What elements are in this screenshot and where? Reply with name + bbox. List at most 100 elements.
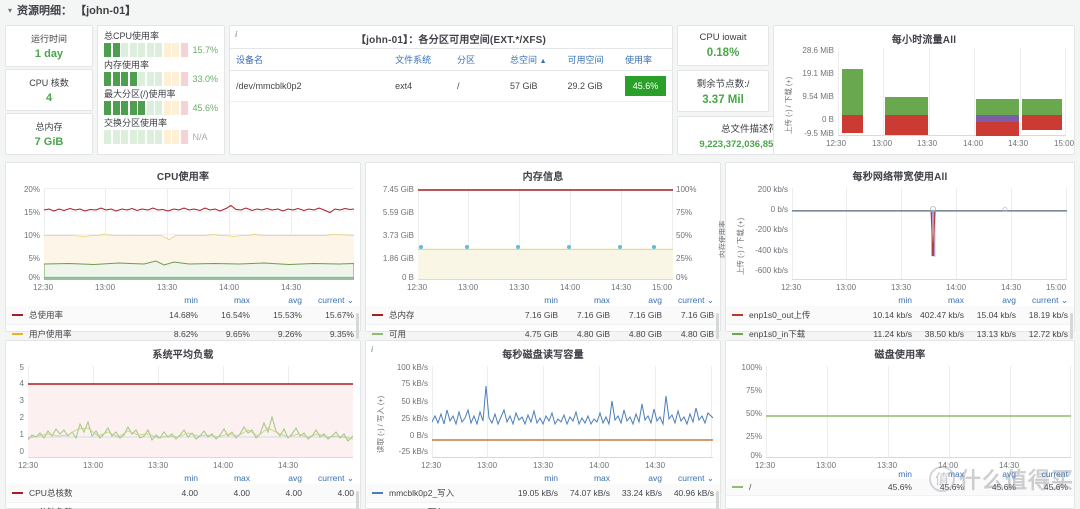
chevron-down-icon[interactable]: ▾ (8, 6, 12, 15)
legend: min max avg current ⌄ enp1s0_out上传 10.14… (726, 295, 1074, 344)
y-tick: 100% (741, 363, 762, 372)
legend-header[interactable]: min max avg current (726, 469, 1074, 479)
legend-col-avg[interactable]: avg (964, 469, 1016, 479)
legend-scrollbar[interactable] (356, 313, 359, 339)
gauge-value: 15.7% (192, 45, 219, 55)
y-tick: 28.6 MiB (802, 46, 834, 55)
legend-col-min[interactable]: min (146, 295, 198, 306)
series-max: 9.65% (225, 329, 250, 339)
col-mount[interactable]: 分区 (451, 48, 505, 71)
legend-row[interactable]: mmcblk0_写入 19.05 kB/s 74.07 kB/s 33.24 k… (366, 503, 720, 509)
network-bandwidth-panel[interactable]: 每秒网络带宽使用All 上传 (-) / 下载 (+) 200 kb/s 0 b… (725, 162, 1075, 344)
legend-col-min[interactable]: min (506, 295, 558, 306)
hourly-traffic-panel[interactable]: 每小时流量All 上传 (-) / 下载 (+) 28.6 MiB 19.1 M… (773, 25, 1075, 155)
legend-header[interactable]: min max avg current ⌄ (366, 473, 720, 484)
legend-col-max[interactable]: max (198, 295, 250, 306)
legend-col-avg[interactable]: avg (610, 295, 662, 306)
stat-card-cpu-cores[interactable]: CPU 核数 4 (5, 69, 93, 111)
legend-scrollbar[interactable] (1070, 313, 1073, 339)
memory-info-panel[interactable]: 内存信息 7.45 GiB 5.59 GiB 3.73 GiB 1.86 GiB… (365, 162, 727, 344)
x-tick: 12:30 (18, 461, 39, 470)
x-tick: 13:30 (509, 283, 530, 292)
legend-col-current[interactable]: current ⌄ (302, 295, 354, 306)
disk-io-panel[interactable]: i 每秒磁盘读写容量 读取 (-) / 写入 (+) 100 kB/s 75 k… (365, 340, 721, 509)
legend-col-avg[interactable]: avg (610, 473, 662, 484)
legend-col-max[interactable]: max (558, 295, 610, 306)
legend-col-avg[interactable]: avg (250, 473, 302, 484)
plot-area (792, 188, 1067, 280)
table-row[interactable]: /dev/mmcblk0p2 ext4 / 57 GiB 29.2 GiB 45… (230, 70, 672, 102)
series-min: 14.68% (169, 310, 198, 320)
legend-header[interactable]: min max avg current ⌄ (6, 295, 360, 306)
legend: min max avg current ⌄ CPU总核数 4.00 4.00 4… (6, 473, 360, 509)
col-usage[interactable]: 使用率 (618, 48, 672, 71)
panel-value: 0.18% (706, 47, 740, 59)
legend-col-min[interactable]: min (860, 469, 912, 479)
series-name: 可用 (389, 329, 407, 339)
legend-col-current[interactable]: current ⌄ (302, 473, 354, 484)
col-available[interactable]: 可用空间 (561, 48, 619, 71)
legend-scrollbar[interactable] (356, 491, 359, 509)
legend-col-max[interactable]: max (558, 473, 610, 484)
load-average-panel[interactable]: 系统平均负载 5 4 3 2 1 0 12:30 13:00 13:30 14:… (5, 340, 361, 509)
legend-header[interactable]: min max avg current ⌄ (726, 295, 1074, 306)
col-filesystem[interactable]: 文件系统 (389, 48, 451, 71)
panel-title: 系统平均负载 (152, 350, 214, 361)
disk-io-series (432, 385, 713, 441)
x-tick: 14:30 (281, 283, 302, 292)
stat-card-total-memory[interactable]: 总内存 7 GiB (5, 113, 93, 155)
y-tick: 0 B/s (409, 431, 428, 440)
cell-usage: 45.6% (618, 70, 672, 102)
legend-col-current[interactable]: current ⌄ (662, 295, 714, 306)
gauge-bars-largest-partition (104, 101, 188, 115)
gauge-panel[interactable]: 总CPU使用率 15.7% 内存使用率 33.0% 最大分区(/)使用率 45.… (97, 25, 225, 155)
row-header[interactable]: ▾ 资源明细： 【john-01】 (0, 0, 1080, 20)
cpu-iowait-panel[interactable]: CPU iowait 0.18% (677, 25, 769, 66)
y-tick: 7.45 GiB (382, 185, 414, 194)
legend-col-max[interactable]: max (198, 473, 250, 484)
legend-header[interactable]: min max avg current ⌄ (366, 295, 720, 306)
cell-total: 57 GiB (504, 70, 562, 102)
col-device[interactable]: 设备名 (230, 48, 390, 71)
info-icon[interactable]: i (235, 30, 237, 39)
legend-col-min[interactable]: min (146, 473, 198, 484)
legend-col-avg[interactable]: avg (250, 295, 302, 306)
legend-row[interactable]: 总使用率 14.68% 16.54% 15.53% 15.67% (6, 306, 360, 325)
series-name: enp1s0_in下载 (749, 329, 806, 339)
stat-card-uptime[interactable]: 运行时间 1 day (5, 25, 93, 67)
legend-col-min[interactable]: min (860, 295, 912, 306)
y-tick: 3 (19, 396, 24, 405)
col-total[interactable]: 总空间 ▲ (504, 48, 562, 71)
legend-col-current[interactable]: current (1016, 469, 1068, 479)
legend-row[interactable]: CPU总核数 4.00 4.00 4.00 4.00 (6, 484, 360, 503)
legend-col-max[interactable]: max (912, 295, 964, 306)
gauge-value: N/A (192, 132, 208, 142)
legend-row[interactable]: mmcblk0p2_写入 19.05 kB/s 74.07 kB/s 33.24… (366, 484, 720, 503)
legend-row[interactable]: enp1s0_out上传 10.14 kb/s 402.47 kb/s 15.0… (726, 306, 1074, 325)
cpu-usage-panel[interactable]: CPU使用率 20% 15% 10% 5% 0% 12:30 13:00 13:… (5, 162, 361, 344)
cpu-usage-series (44, 204, 354, 280)
legend-col-current[interactable]: current ⌄ (1016, 295, 1068, 306)
series-color-swatch (732, 333, 743, 335)
legend-col-current[interactable]: current ⌄ (662, 473, 714, 484)
legend-row[interactable]: / 45.6% 45.6% 45.6% 45.6% (726, 479, 1074, 496)
legend-col-min[interactable]: min (506, 473, 558, 484)
series-current: 12.72 kb/s (1028, 329, 1068, 339)
legend-scrollbar[interactable] (716, 491, 719, 509)
legend-col-max[interactable]: max (912, 469, 964, 479)
series-color-swatch (12, 492, 23, 494)
free-inodes-panel[interactable]: 剩余节点数:/ 3.37 Mil (677, 70, 769, 112)
bar-download (976, 99, 1019, 115)
bar-upload (842, 115, 863, 133)
legend-col-avg[interactable]: avg (964, 295, 1016, 306)
stat-label: 运行时间 (30, 34, 67, 44)
info-icon[interactable]: i (371, 345, 373, 354)
legend-row[interactable]: 15分钟负载 1.04 1.34 1.18 1.05 (6, 503, 360, 509)
disk-free-table-panel[interactable]: i 【john-01】：各分区可用空间(EXT.*/XFS) 设备名 文件系统 … (229, 25, 673, 155)
bar-upload (885, 115, 928, 135)
disk-usage-panel[interactable]: 磁盘使用率 100% 75% 50% 25% 0% 12:30 13:00 13… (725, 340, 1075, 509)
legend-row[interactable]: 总内存 7.16 GiB 7.16 GiB 7.16 GiB 7.16 GiB (366, 306, 720, 325)
y2-tick: 25% (676, 254, 693, 263)
legend-scrollbar[interactable] (716, 313, 719, 339)
legend-header[interactable]: min max avg current ⌄ (6, 473, 360, 484)
